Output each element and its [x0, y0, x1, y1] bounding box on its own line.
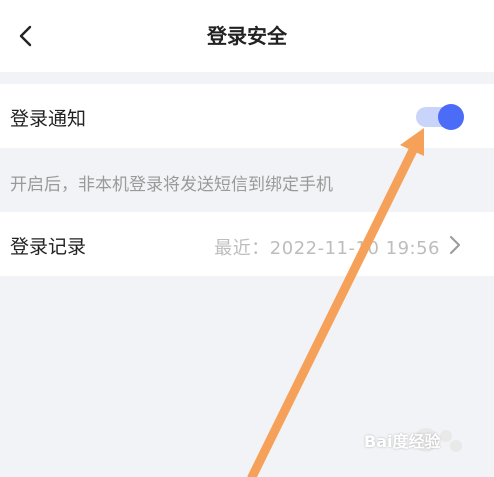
toggle-knob [438, 104, 464, 130]
login-notify-label: 登录通知 [10, 108, 87, 130]
watermark-text: Bai度经验 [364, 432, 441, 451]
login-record-row[interactable]: 登录记录 最近：2022-11-10 19:56 [0, 212, 494, 276]
login-notify-toggle[interactable] [414, 104, 464, 130]
top-bar: 登录安全 [0, 0, 494, 72]
login-record-label: 登录记录 [10, 236, 87, 258]
page-title: 登录安全 [207, 24, 287, 48]
chevron-right-icon [450, 236, 460, 254]
login-record-last-time: 最近：2022-11-10 19:56 [214, 238, 440, 259]
login-notify-hint: 开启后，非本机登录将发送短信到绑定手机 [10, 175, 333, 195]
